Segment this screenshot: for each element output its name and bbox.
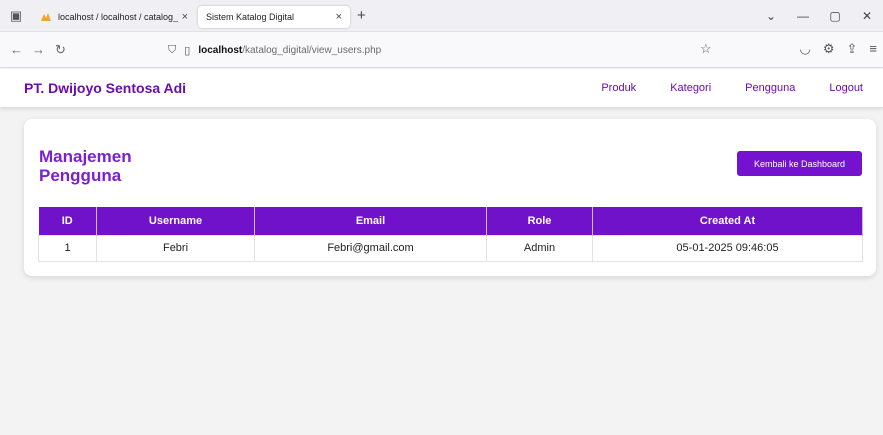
close-tab-icon[interactable]: × (336, 11, 342, 23)
cell-email: Febri@gmail.com (254, 234, 487, 262)
brand-name[interactable]: PT. Dwijoyo Sentosa Adi (24, 80, 186, 96)
extensions-icon[interactable]: ⚙ (823, 41, 835, 57)
menu-icon[interactable]: ≡ (869, 41, 877, 57)
forward-icon[interactable]: → (32, 42, 45, 57)
url-host: localhost (198, 44, 243, 56)
url-path: /katalog_digital/view_users.php (242, 44, 382, 56)
column-header-created-at: Created At (592, 207, 863, 235)
menu-item-produk[interactable]: Produk (601, 82, 636, 94)
menu-item-pengguna[interactable]: Pengguna (745, 82, 795, 94)
main-menu: Produk Kategori Pengguna Logout (601, 82, 863, 94)
maximize-icon[interactable]: ▢ (819, 9, 851, 23)
table-row: 1 Febri Febri@gmail.com Admin 05-01-2025… (38, 234, 863, 262)
close-tab-icon[interactable]: × (182, 11, 188, 23)
tab-overflow-chevron-icon[interactable]: ⌄ (755, 9, 787, 23)
menu-item-logout[interactable]: Logout (829, 82, 863, 94)
address-bar[interactable]: ⛉ ▯ localhost/katalog_digital/view_users… (168, 37, 728, 63)
cell-username: Febri (96, 234, 255, 262)
page-icon[interactable]: ▯ (184, 44, 190, 57)
minimize-icon[interactable]: — (787, 9, 819, 23)
cell-id: 1 (38, 234, 97, 262)
browser-tab-bar: ▣ localhost / localhost / catalog_ × Sis… (0, 0, 883, 32)
phpmyadmin-favicon-icon (40, 12, 52, 22)
site-header: PT. Dwijoyo Sentosa Adi Produk Kategori … (0, 69, 883, 107)
tab-title: Sistem Katalog Digital (206, 12, 295, 22)
browser-toolbar: ← → ↻ ⛉ ▯ localhost/katalog_digital/view… (0, 32, 883, 68)
column-header-role: Role (486, 207, 593, 235)
column-header-id: ID (38, 207, 97, 235)
tab-phpmyadmin[interactable]: localhost / localhost / catalog_ × (32, 6, 196, 28)
tab-list-icon[interactable]: ▣ (6, 6, 26, 26)
column-header-username: Username (96, 207, 255, 235)
share-icon[interactable]: ⇪ (847, 41, 858, 57)
column-header-email: Email (254, 207, 487, 235)
back-icon[interactable]: ← (10, 42, 23, 57)
pocket-icon[interactable]: ◡ (800, 41, 811, 57)
cell-created-at: 05-01-2025 09:46:05 (592, 234, 863, 262)
new-tab-button[interactable]: + (357, 7, 366, 24)
bookmark-star-icon[interactable]: ☆ (700, 41, 712, 57)
menu-item-kategori[interactable]: Kategori (670, 82, 711, 94)
reload-icon[interactable]: ↻ (55, 42, 66, 58)
user-management-card: Manajemen Pengguna Kembali ke Dashboard … (24, 119, 876, 276)
shield-icon[interactable]: ⛉ (168, 44, 176, 57)
table-header-row: ID Username Email Role Created At (38, 207, 863, 235)
tab-katalog[interactable]: Sistem Katalog Digital × (198, 6, 350, 28)
back-to-dashboard-button[interactable]: Kembali ke Dashboard (737, 151, 862, 176)
close-window-icon[interactable]: ✕ (851, 9, 883, 23)
users-table: ID Username Email Role Created At 1 Febr… (38, 207, 863, 262)
tab-title: localhost / localhost / catalog_ (58, 12, 178, 22)
cell-role: Admin (486, 234, 593, 262)
page-title: Manajemen Pengguna (39, 147, 132, 185)
